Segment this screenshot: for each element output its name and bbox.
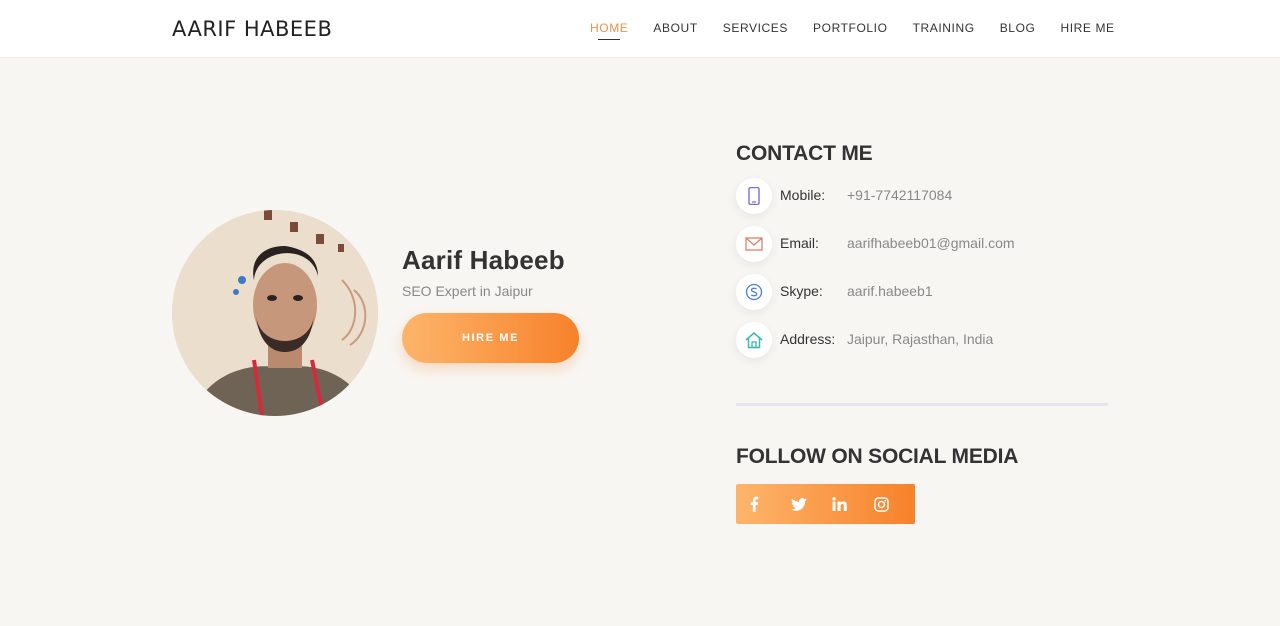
contact-title: CONTACT ME	[736, 142, 873, 165]
nav-about[interactable]: ABOUT	[653, 21, 697, 35]
contact-value: Jaipur, Rajasthan, India	[847, 331, 994, 347]
site-brand[interactable]: AARIF HABEEB	[172, 17, 332, 41]
contact-item-address: Address: Jaipur, Rajasthan, India	[736, 322, 1116, 358]
contact-item-mobile: Mobile: +91-7742117084	[736, 178, 1116, 214]
nav-training[interactable]: TRAINING	[913, 21, 975, 35]
skype-icon	[736, 274, 772, 310]
linkedin-icon[interactable]	[832, 484, 874, 524]
instagram-icon[interactable]	[873, 484, 916, 524]
contact-label: Skype:	[780, 283, 823, 299]
contact-item-skype: Skype: aarif.habeeb1	[736, 274, 1116, 310]
profile-role: SEO Expert in Jaipur	[402, 283, 533, 299]
mobile-icon	[736, 178, 772, 214]
contact-value[interactable]: aarif.habeeb1	[847, 283, 933, 299]
profile-avatar	[172, 210, 378, 416]
nav-services[interactable]: SERVICES	[723, 21, 788, 35]
profile-photo	[172, 210, 378, 416]
nav-portfolio[interactable]: PORTFOLIO	[813, 21, 888, 35]
contact-item-email: Email: aarifhabeeb01@gmail.com	[736, 226, 1116, 262]
contact-label: Mobile:	[780, 187, 826, 203]
mail-icon	[736, 226, 772, 262]
facebook-icon[interactable]	[749, 484, 791, 524]
top-navbar: AARIF HABEEB HOME ABOUT SERVICES PORTFOL…	[0, 0, 1280, 58]
hire-me-button[interactable]: HIRE ME	[402, 313, 579, 363]
twitter-icon[interactable]	[790, 484, 833, 524]
nav-hire-me[interactable]: HIRE ME	[1060, 21, 1114, 35]
contact-value[interactable]: aarifhabeeb01@gmail.com	[847, 235, 1015, 251]
profile-name: Aarif Habeeb	[402, 245, 565, 275]
nav-home[interactable]: HOME	[590, 21, 628, 40]
contact-label: Address:	[780, 331, 836, 347]
section-divider	[736, 403, 1108, 406]
nav-blog[interactable]: BLOG	[1000, 21, 1036, 35]
social-links	[736, 484, 915, 524]
contact-label: Email:	[780, 235, 819, 251]
main-nav: HOME ABOUT SERVICES PORTFOLIO TRAINING B…	[590, 21, 1140, 40]
contact-value[interactable]: +91-7742117084	[847, 187, 952, 203]
social-title: FOLLOW ON SOCIAL MEDIA	[736, 445, 1019, 468]
home-icon	[736, 322, 772, 358]
